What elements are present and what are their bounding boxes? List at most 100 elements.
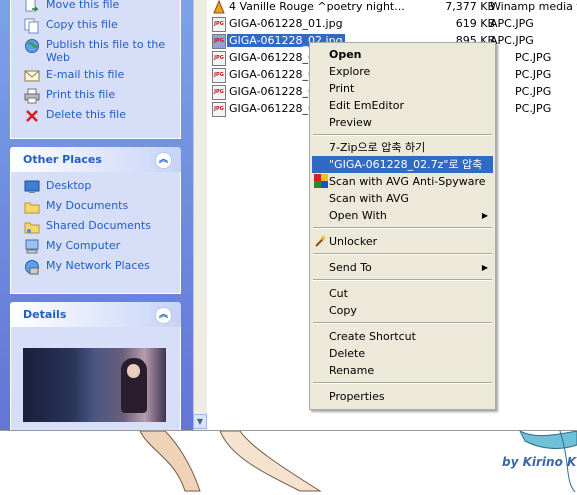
collapse-chevron-icon[interactable]: ︽ bbox=[155, 307, 172, 324]
task-label: E-mail this file bbox=[46, 68, 125, 81]
desktop-wallpaper bbox=[0, 429, 577, 493]
menu-item-open-with[interactable]: Open With ▶ bbox=[312, 207, 493, 224]
scroll-down-arrow-icon[interactable]: ▼ bbox=[193, 414, 207, 429]
menu-item-7zip-compress[interactable]: 7-Zip으로 압축 하기 bbox=[312, 139, 493, 156]
printer-icon bbox=[24, 88, 40, 104]
menu-item-properties[interactable]: Properties bbox=[312, 388, 493, 405]
file-type: Winamp media file bbox=[490, 0, 577, 13]
jpg-file-icon: JPG bbox=[212, 85, 226, 100]
task-copy-file[interactable]: Copy this file bbox=[11, 18, 180, 38]
task-label: Delete this file bbox=[46, 108, 126, 121]
task-label: Copy this file bbox=[46, 18, 118, 31]
task-label: Move this file bbox=[46, 0, 120, 11]
jpg-file-icon: JPG bbox=[212, 17, 226, 32]
file-type: APC.JPG bbox=[490, 34, 534, 47]
desktop-icon bbox=[24, 180, 40, 193]
image-thumbnail bbox=[23, 348, 166, 422]
menu-item-print[interactable]: Print bbox=[312, 80, 493, 97]
place-shared-documents[interactable]: Shared Documents bbox=[11, 219, 180, 239]
menu-item-edit-emeditor[interactable]: Edit EmEditor bbox=[312, 97, 493, 114]
place-my-network[interactable]: My Network Places bbox=[11, 259, 180, 279]
shared-folder-icon bbox=[24, 222, 40, 234]
menu-item-preview[interactable]: Preview bbox=[312, 114, 493, 131]
file-type: PC.JPG bbox=[515, 51, 552, 64]
panel-title: Details bbox=[23, 308, 67, 321]
place-label: Desktop bbox=[46, 179, 92, 192]
details-header[interactable]: Details ︽ bbox=[10, 302, 181, 327]
task-label: Print this file bbox=[46, 88, 116, 101]
jpg-file-icon: JPG bbox=[212, 102, 226, 117]
jpg-file-icon: JPG bbox=[212, 34, 226, 49]
move-file-icon bbox=[25, 0, 39, 12]
menu-item-send-to[interactable]: Send To ▶ bbox=[312, 259, 493, 276]
wallpaper-art bbox=[139, 429, 577, 493]
place-label: My Computer bbox=[46, 239, 121, 252]
place-my-computer[interactable]: My Computer bbox=[11, 239, 180, 259]
task-delete-file[interactable]: Delete this file bbox=[11, 108, 180, 128]
unlocker-wand-icon bbox=[315, 235, 326, 247]
menu-separator bbox=[313, 253, 492, 255]
menu-item-label: Scan with AVG Anti-Spyware bbox=[329, 175, 486, 188]
task-pane: Move this file Copy this file Publish th… bbox=[0, 0, 193, 430]
place-label: My Network Places bbox=[46, 259, 150, 272]
menu-separator bbox=[313, 382, 492, 384]
jpg-file-icon: JPG bbox=[212, 68, 226, 83]
task-label: Publish this file to the Web bbox=[46, 38, 166, 64]
task-email-file[interactable]: E-mail this file bbox=[11, 68, 180, 88]
other-places-header[interactable]: Other Places ︽ bbox=[10, 147, 181, 172]
place-label: My Documents bbox=[46, 199, 129, 212]
avg-antispyware-icon bbox=[314, 174, 328, 188]
submenu-arrow-icon: ▶ bbox=[481, 211, 488, 220]
menu-item-unlocker[interactable]: Unlocker bbox=[312, 233, 493, 250]
menu-item-explore[interactable]: Explore bbox=[312, 63, 493, 80]
file-type: PC.JPG bbox=[515, 85, 552, 98]
menu-separator bbox=[313, 322, 492, 324]
context-menu: Open Explore Print Edit EmEditor Preview… bbox=[309, 42, 496, 410]
file-name: 4 Vanille Rouge ^poetry night... bbox=[229, 0, 405, 13]
network-icon bbox=[25, 260, 39, 275]
submenu-arrow-icon: ▶ bbox=[481, 263, 488, 272]
task-move-file[interactable]: Move this file bbox=[11, 0, 180, 18]
file-row[interactable]: 4 Vanille Rouge ^poetry night... 7,377 K… bbox=[212, 0, 577, 15]
task-publish-file[interactable]: Publish this file to the Web bbox=[11, 38, 180, 68]
computer-icon bbox=[25, 239, 39, 254]
jpg-file-icon: JPG bbox=[212, 51, 226, 66]
menu-item-avg-antispyware[interactable]: Scan with AVG Anti-Spyware bbox=[312, 173, 493, 190]
winamp-file-icon bbox=[213, 0, 225, 14]
menu-item-cut[interactable]: Cut bbox=[312, 285, 493, 302]
menu-item-rename[interactable]: Rename bbox=[312, 362, 493, 379]
folder-icon bbox=[24, 202, 40, 214]
menu-item-copy[interactable]: Copy bbox=[312, 302, 493, 319]
wallpaper-credit: by Kirino K bbox=[502, 455, 577, 469]
menu-separator bbox=[313, 134, 492, 136]
menu-item-create-shortcut[interactable]: Create Shortcut bbox=[312, 328, 493, 345]
details-panel: Details ︽ bbox=[10, 302, 181, 430]
file-type: PC.JPG bbox=[515, 102, 552, 115]
copy-file-icon bbox=[24, 18, 39, 34]
collapse-chevron-icon[interactable]: ︽ bbox=[155, 152, 172, 169]
menu-item-7zip-to-archive[interactable]: "GIGA-061228_02.7z"로 압축 bbox=[312, 156, 493, 173]
menu-item-scan-avg[interactable]: Scan with AVG bbox=[312, 190, 493, 207]
file-type: APC.JPG bbox=[490, 17, 534, 30]
file-tasks-panel: Move this file Copy this file Publish th… bbox=[10, 0, 181, 139]
file-size: 7,377 KB bbox=[445, 0, 495, 13]
publish-web-icon bbox=[25, 39, 39, 53]
place-label: Shared Documents bbox=[46, 219, 151, 232]
menu-item-open[interactable]: Open bbox=[312, 46, 493, 63]
other-places-panel: Other Places ︽ Desktop My Documents Shar… bbox=[10, 147, 181, 294]
task-print-file[interactable]: Print this file bbox=[11, 88, 180, 108]
menu-item-delete[interactable]: Delete bbox=[312, 345, 493, 362]
menu-separator bbox=[313, 227, 492, 229]
file-name: GIGA-061228_01.jpg bbox=[229, 17, 343, 30]
menu-item-label: Send To bbox=[329, 261, 372, 274]
file-row[interactable]: JPG GIGA-061228_01.jpg 619 KB APC.JPG bbox=[212, 16, 577, 32]
file-type: PC.JPG bbox=[515, 68, 552, 81]
place-desktop[interactable]: Desktop bbox=[11, 179, 180, 199]
place-my-documents[interactable]: My Documents bbox=[11, 199, 180, 219]
delete-x-icon bbox=[26, 110, 38, 122]
menu-item-label: Unlocker bbox=[329, 235, 378, 248]
menu-item-label: Open With bbox=[329, 209, 387, 222]
vertical-scrollbar[interactable] bbox=[193, 0, 207, 430]
panel-title: Other Places bbox=[23, 153, 102, 166]
email-icon bbox=[24, 70, 40, 82]
